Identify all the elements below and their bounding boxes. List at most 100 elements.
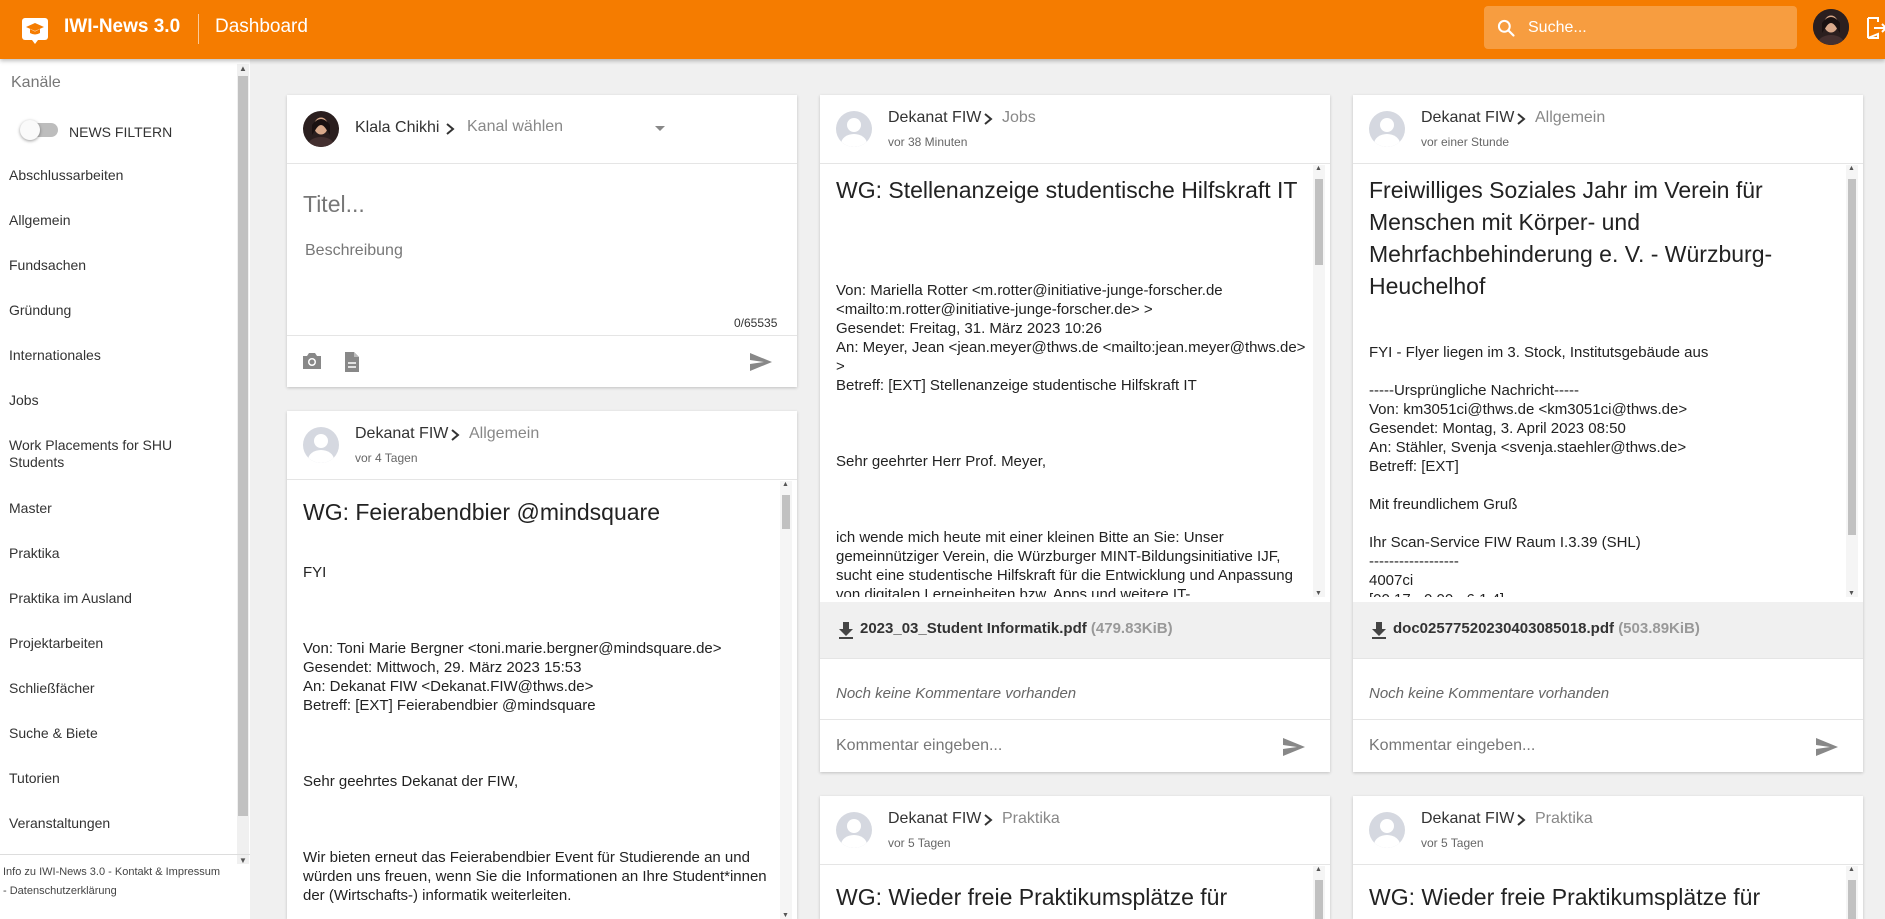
scrollbar-thumb[interactable] bbox=[782, 495, 790, 529]
post-channel[interactable]: Allgemein bbox=[469, 425, 539, 443]
send-icon[interactable] bbox=[749, 352, 773, 372]
post-title: WG: Stellenanzeige studentische Hilfskra… bbox=[836, 177, 1298, 203]
attachment-name[interactable]: 2023_03_Student Informatik.pdf (479.83Ki… bbox=[860, 620, 1173, 637]
post-title: Freiwilliges Soziales Jahr im Verein für… bbox=[1369, 177, 1773, 299]
scroll-down-arrow[interactable]: ▼ bbox=[782, 912, 789, 919]
post-time: vor 4 Tagen bbox=[355, 451, 418, 465]
footer-separator: - bbox=[105, 866, 115, 878]
divider bbox=[820, 719, 1330, 720]
sidebar-item-work-placements[interactable]: Work Placements for SHU Students bbox=[9, 437, 189, 471]
sidebar-item-tutorien[interactable]: Tutorien bbox=[9, 770, 234, 787]
post-title: WG: Feierabendbier @mindsquare bbox=[303, 499, 661, 525]
post-scrollbar[interactable]: ▲ ▼ bbox=[1313, 165, 1325, 597]
sidebar-item-veranstaltungen[interactable]: Veranstaltungen bbox=[9, 815, 234, 832]
post-channel[interactable]: Praktika bbox=[1535, 810, 1593, 828]
scroll-down-arrow[interactable]: ▼ bbox=[1848, 590, 1855, 597]
post-time: vor 5 Tagen bbox=[1421, 836, 1484, 850]
post-scrollbar[interactable]: ▲ ▼ bbox=[1846, 165, 1858, 597]
scroll-down-arrow[interactable]: ▼ bbox=[1315, 590, 1322, 597]
privacy-link[interactable]: Datenschutzerklärung bbox=[10, 885, 117, 897]
scroll-up-arrow[interactable]: ▲ bbox=[1315, 866, 1322, 873]
sidebar-item-abschlussarbeiten[interactable]: Abschlussarbeiten bbox=[9, 167, 234, 184]
download-icon[interactable] bbox=[1371, 621, 1387, 639]
scroll-up-arrow[interactable]: ▲ bbox=[782, 481, 789, 488]
send-icon[interactable] bbox=[1282, 737, 1306, 757]
scrollbar-thumb[interactable] bbox=[238, 76, 248, 816]
post-scrollbar[interactable]: ▲ bbox=[1846, 866, 1858, 919]
sidebar-item-allgemein[interactable]: Allgemein bbox=[9, 212, 234, 229]
logout-icon[interactable] bbox=[1866, 16, 1885, 40]
post-channel[interactable]: Jobs bbox=[1002, 109, 1036, 127]
chevron-right-icon bbox=[984, 113, 993, 125]
comment-input[interactable] bbox=[1369, 734, 1789, 758]
send-icon[interactable] bbox=[1815, 737, 1839, 757]
post-author: Dekanat FIW bbox=[355, 425, 449, 442]
description-input[interactable]: Beschreibung bbox=[305, 242, 403, 260]
post-body: FYI Von: Toni Marie Bergner <toni.marie.… bbox=[303, 564, 767, 904]
post-channel[interactable]: Allgemein bbox=[1535, 109, 1605, 127]
post-title: WG: Wieder freie Praktikumsplätze für bbox=[1369, 884, 1761, 910]
post-composer: Klala Chikhi Kanal wählen Titel... Besch… bbox=[287, 95, 797, 387]
author-avatar bbox=[1369, 111, 1405, 147]
post-card: Dekanat FIW Allgemein vor 4 Tagen WG: Fe… bbox=[287, 411, 797, 919]
post-author: Dekanat FIW bbox=[1421, 810, 1515, 827]
app-title[interactable]: IWI-News 3.0 bbox=[64, 16, 180, 38]
attachment[interactable]: 2023_03_Student Informatik.pdf (479.83Ki… bbox=[820, 602, 1330, 658]
post-time: vor 5 Tagen bbox=[888, 836, 951, 850]
search-box[interactable] bbox=[1484, 6, 1797, 49]
post-body: Von: Mariella Rotter <m.rotter@initiativ… bbox=[836, 282, 1306, 597]
divider bbox=[820, 864, 1330, 865]
post-content: Freiwilliges Soziales Jahr im Verein für… bbox=[1353, 164, 1851, 597]
title-input[interactable]: Titel... bbox=[303, 191, 365, 218]
dropdown-arrow-icon[interactable] bbox=[654, 125, 666, 133]
attachment-name[interactable]: doc02577520230403085018.pdf (503.89KiB) bbox=[1393, 620, 1700, 637]
scrollbar-thumb[interactable] bbox=[1315, 179, 1323, 265]
composer-user-name: Klala Chikhi bbox=[355, 119, 440, 136]
post-scrollbar[interactable]: ▲ ▼ bbox=[780, 481, 792, 919]
post-scrollbar[interactable]: ▲ bbox=[1313, 866, 1325, 919]
post-author: Dekanat FIW bbox=[888, 810, 982, 827]
search-input[interactable] bbox=[1528, 6, 1788, 49]
post-body: FYI - Flyer liegen im 3. Stock, Institut… bbox=[1369, 344, 1709, 597]
divider bbox=[1353, 864, 1863, 865]
sidebar-item-schliessfaecher[interactable]: Schließfächer bbox=[9, 680, 234, 697]
file-icon[interactable] bbox=[343, 351, 361, 373]
channel-select[interactable]: Kanal wählen bbox=[467, 118, 563, 136]
sidebar-item-projektarbeiten[interactable]: Projektarbeiten bbox=[9, 635, 234, 652]
sidebar-item-master[interactable]: Master bbox=[9, 500, 234, 517]
sidebar-item-fundsachen[interactable]: Fundsachen bbox=[9, 257, 234, 274]
download-icon[interactable] bbox=[838, 621, 854, 639]
post-card: Dekanat FIW Jobs vor 38 Minuten WG: Stel… bbox=[820, 95, 1330, 772]
info-link[interactable]: Info zu IWI-News 3.0 bbox=[3, 866, 105, 878]
sidebar-item-praktika-ausland[interactable]: Praktika im Ausland bbox=[9, 590, 234, 607]
contact-imprint-link[interactable]: Kontakt & Impressum bbox=[115, 866, 220, 878]
attachment[interactable]: doc02577520230403085018.pdf (503.89KiB) bbox=[1353, 602, 1863, 658]
scroll-up-arrow[interactable]: ▲ bbox=[239, 64, 247, 73]
user-avatar[interactable] bbox=[1813, 9, 1849, 45]
post-time: vor einer Stunde bbox=[1421, 135, 1510, 149]
sidebar-item-suche-biete[interactable]: Suche & Biete bbox=[9, 725, 234, 742]
toggle-knob bbox=[20, 120, 40, 140]
sidebar-item-gruendung[interactable]: Gründung bbox=[9, 302, 234, 319]
sidebar-item-internationales[interactable]: Internationales bbox=[9, 347, 234, 364]
sidebar-item-jobs[interactable]: Jobs bbox=[9, 392, 234, 409]
scroll-up-arrow[interactable]: ▲ bbox=[1315, 165, 1322, 172]
post-author: Dekanat FIW bbox=[1421, 109, 1515, 126]
news-filter-toggle[interactable] bbox=[20, 120, 58, 140]
scrollbar-thumb[interactable] bbox=[1848, 179, 1856, 535]
scrollbar-thumb[interactable] bbox=[1315, 880, 1323, 919]
sidebar-scrollbar[interactable]: ▲ ▼ bbox=[237, 64, 249, 865]
scroll-up-arrow[interactable]: ▲ bbox=[1848, 165, 1855, 172]
app-logo-icon[interactable] bbox=[20, 14, 50, 44]
divider bbox=[820, 658, 1330, 659]
page-title: Dashboard bbox=[215, 16, 308, 37]
camera-icon[interactable] bbox=[301, 351, 323, 371]
comment-input[interactable] bbox=[836, 734, 1256, 758]
search-icon bbox=[1497, 19, 1515, 37]
sidebar-item-praktika[interactable]: Praktika bbox=[9, 545, 234, 562]
post-card: Dekanat FIW Praktika vor 5 Tagen WG: Wie… bbox=[1353, 796, 1863, 919]
news-filter-label[interactable]: NEWS FILTERN bbox=[69, 124, 172, 140]
scrollbar-thumb[interactable] bbox=[1848, 880, 1856, 919]
post-channel[interactable]: Praktika bbox=[1002, 810, 1060, 828]
scroll-up-arrow[interactable]: ▲ bbox=[1848, 866, 1855, 873]
